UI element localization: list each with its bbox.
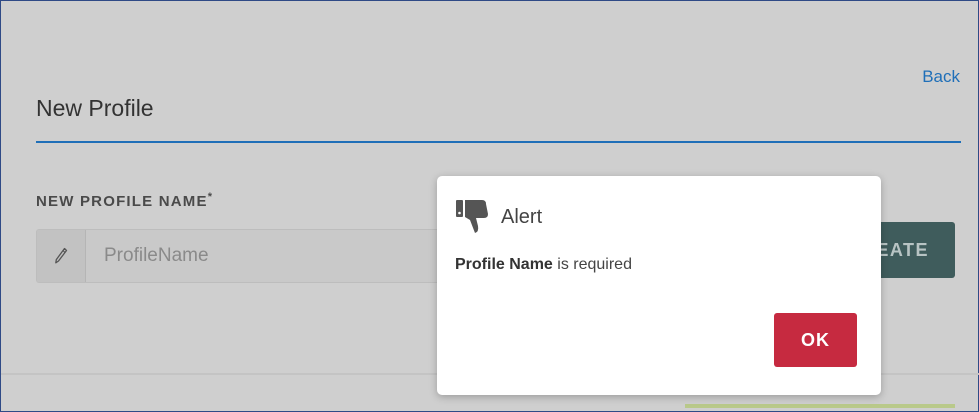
title-divider <box>36 141 961 143</box>
alert-header: Alert <box>455 198 542 236</box>
page-title: New Profile <box>36 95 154 121</box>
profile-name-field[interactable] <box>36 229 456 283</box>
alert-message: Profile Name is required <box>455 256 632 274</box>
ok-button[interactable]: OK <box>774 313 857 367</box>
back-link[interactable]: Back <box>922 67 960 87</box>
profile-name-label-text: NEW PROFILE NAME <box>36 193 208 210</box>
thumbs-down-icon <box>456 200 488 233</box>
alert-message-field: Profile Name <box>455 256 553 273</box>
profile-name-input[interactable] <box>86 230 455 282</box>
pencil-icon <box>37 230 86 282</box>
page-frame: Back New Profile NEW PROFILE NAME* EATE … <box>0 0 979 412</box>
required-marker: * <box>207 191 214 203</box>
alert-dialog: Alert Profile Name is required OK <box>437 176 881 395</box>
alert-title: Alert <box>501 205 543 228</box>
footer-accent-bar <box>685 404 955 408</box>
profile-name-label: NEW PROFILE NAME* <box>36 191 213 210</box>
alert-message-text: is required <box>552 256 632 273</box>
